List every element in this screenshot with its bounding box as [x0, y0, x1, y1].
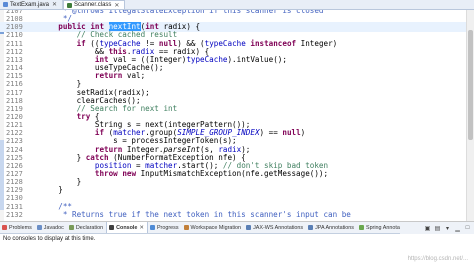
tab-javadoc[interactable]: Javadoc [35, 222, 67, 233]
tab-label: TextExam.java [10, 1, 50, 8]
line-number: 2132 [6, 210, 23, 219]
scrollbar-thumb[interactable] [468, 30, 473, 140]
chevron-down-icon[interactable]: ▾ [444, 225, 451, 232]
console-panel: No consoles to display at this time. htt… [0, 234, 474, 264]
tab-progress[interactable]: Progress [148, 222, 182, 233]
console-toolbar: ▣ ▤ ▾ ▁ □ [400, 222, 474, 234]
console-icon [109, 225, 115, 230]
tab-label: JAX-WS Annotations [253, 224, 304, 231]
migration-icon [183, 225, 189, 230]
tab-problems[interactable]: Problems [0, 222, 35, 233]
tab-label: JPA Annotations [315, 224, 354, 231]
close-icon[interactable]: ✕ [114, 2, 119, 9]
code-line[interactable]: 2132 * Returns true if the next token in… [0, 210, 466, 220]
open-console-icon[interactable]: ▣ [424, 225, 431, 232]
problems-icon [2, 225, 7, 230]
maximize-icon[interactable]: □ [464, 225, 471, 232]
close-icon[interactable]: ✕ [139, 225, 144, 231]
code-token: * Returns true if the next token in this… [40, 209, 351, 219]
jaxws-icon [246, 225, 252, 230]
vertical-scrollbar[interactable] [466, 10, 474, 221]
jpa-icon [308, 225, 314, 230]
code-text: * Returns true if the next token in this… [40, 210, 351, 220]
editor-tab-bar: TextExam.java ✕ Scanner.class ✕ [0, 0, 474, 10]
tab-label: Console [116, 224, 138, 231]
tab-label: Problems [9, 224, 32, 231]
java-file-icon [3, 2, 8, 7]
declaration-icon [68, 225, 74, 230]
tab-scanner-class[interactable]: Scanner.class ✕ [63, 0, 126, 9]
tab-label: Javadoc [43, 224, 64, 231]
tab-label: Scanner.class [74, 2, 112, 8]
code-editor[interactable]: 2107 * @throws IllegalStateException if … [0, 10, 474, 222]
tab-jax-ws-annotations[interactable]: JAX-WS Annotations [244, 222, 306, 233]
tab-label: Declaration [75, 224, 104, 231]
class-file-icon [67, 2, 73, 8]
close-icon[interactable]: ✕ [52, 1, 57, 8]
display-console-icon[interactable]: ▤ [434, 225, 441, 232]
tab-label: Progress [156, 224, 179, 231]
tab-console[interactable]: Console ✕ [106, 222, 148, 233]
tab-label: Workspace Migration [190, 224, 242, 231]
tab-textexam-java[interactable]: TextExam.java ✕ [0, 0, 64, 9]
spring-icon [358, 225, 364, 230]
tab-declaration[interactable]: Declaration [67, 222, 106, 233]
tab-jpa-annotations[interactable]: JPA Annotations [306, 222, 357, 233]
tab-workspace-migration[interactable]: Workspace Migration [182, 222, 245, 233]
javadoc-icon [36, 225, 42, 230]
minimize-icon[interactable]: ▁ [454, 225, 461, 232]
watermark: https://blog.csdn.net/... [407, 256, 468, 262]
console-message: No consoles to display at this time. [3, 236, 96, 242]
progress-icon [149, 225, 155, 230]
